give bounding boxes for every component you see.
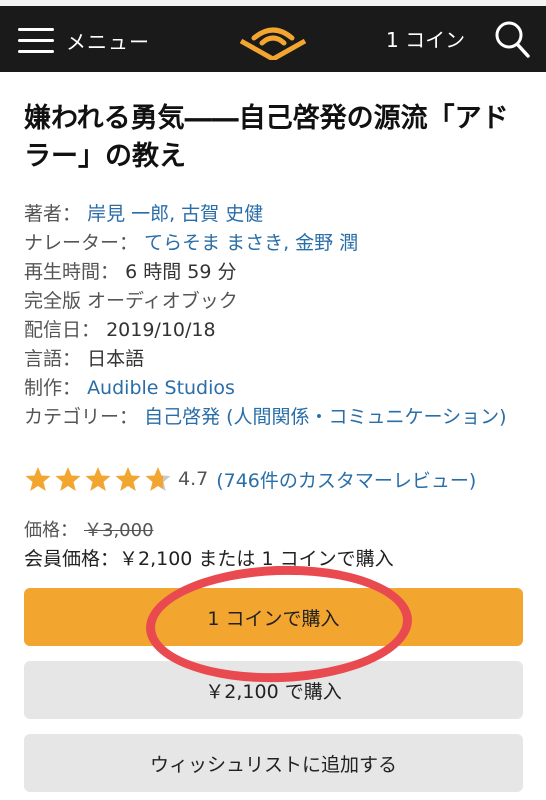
star-icon bbox=[145, 467, 171, 491]
star-icon bbox=[115, 467, 141, 491]
add-to-wishlist-button[interactable]: ウィッシュリストに追加する bbox=[24, 734, 523, 792]
list-price-row: 価格： ￥3,000 bbox=[24, 516, 154, 542]
star-rating bbox=[24, 465, 174, 493]
publisher-row: 制作： Audible Studios bbox=[24, 377, 235, 399]
book-title: 嫌われる勇気――自己啓発の源流「アドラー」の教え bbox=[24, 103, 509, 172]
narrator-row: ナレーター： てらそま まさき, 金野 潤 bbox=[24, 232, 359, 254]
language-row: 言語： 日本語 bbox=[24, 348, 145, 370]
publisher-link[interactable]: Audible Studios bbox=[87, 377, 235, 399]
list-price: ￥3,000 bbox=[84, 520, 154, 541]
rating-value: 4.7 bbox=[178, 468, 209, 490]
star-icon bbox=[25, 467, 51, 491]
buy-with-price-button[interactable]: ￥2,100 で購入 bbox=[24, 661, 523, 719]
book-details: 著者： 岸見 一郎, 古賀 史健 ナレーター： てらそま まさき, 金野 潤 再… bbox=[24, 200, 534, 432]
format-row: 完全版 オーディオブック bbox=[24, 290, 238, 312]
price-label: 価格： bbox=[24, 520, 78, 541]
star-icon bbox=[55, 467, 81, 491]
audible-logo-icon[interactable] bbox=[238, 20, 308, 60]
app-header: メニュー 1 コイン bbox=[0, 6, 546, 72]
member-price: 会員価格：￥2,100 または 1 コインで購入 bbox=[24, 548, 394, 570]
release-row: 配信日： 2019/10/18 bbox=[24, 319, 216, 341]
category-row: カテゴリー： 自己啓発 (人間関係・コミュニケーション) bbox=[24, 406, 507, 428]
search-icon[interactable] bbox=[494, 20, 530, 58]
menu-button[interactable]: メニュー bbox=[18, 24, 150, 56]
hamburger-icon bbox=[18, 26, 54, 54]
author-row: 著者： 岸見 一郎, 古賀 史健 bbox=[24, 203, 264, 225]
menu-label: メニュー bbox=[66, 29, 150, 54]
buy-with-coin-button[interactable]: 1 コインで購入 bbox=[24, 588, 523, 646]
star-icon bbox=[85, 467, 111, 491]
reviews-link[interactable]: (746件のカスタマーレビュー) bbox=[216, 466, 476, 493]
narrator-link[interactable]: てらそま まさき, 金野 潤 bbox=[144, 232, 358, 254]
coin-balance[interactable]: 1 コイン bbox=[386, 24, 465, 56]
rating-row: 4.7 (746件のカスタマーレビュー) bbox=[24, 464, 476, 494]
length-row: 再生時間： 6 時間 59 分 bbox=[24, 261, 237, 283]
author-link[interactable]: 岸見 一郎, 古賀 史健 bbox=[87, 203, 263, 225]
category-link[interactable]: 自己啓発 (人間関係・コミュニケーション) bbox=[144, 406, 507, 428]
